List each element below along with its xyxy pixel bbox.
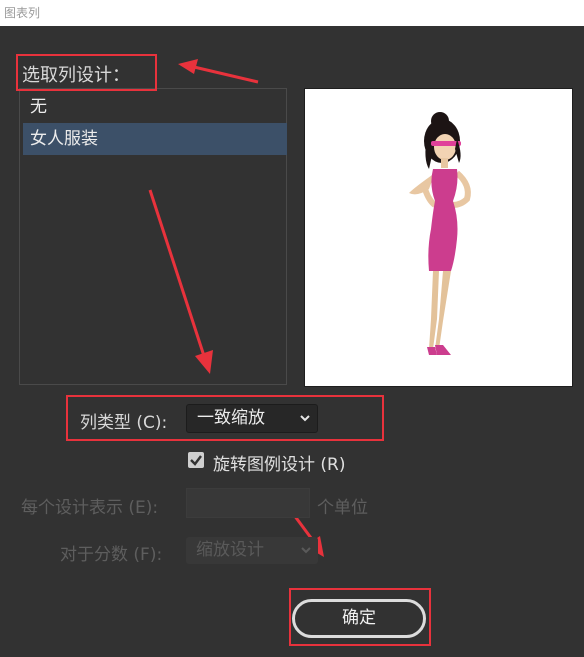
column-type-label: 列类型 (C): — [80, 413, 168, 433]
each-design-label: 每个设计表示 (E): — [21, 498, 159, 518]
rotate-legend-label: 旋转图例设计 (R) — [213, 455, 346, 475]
checkmark-icon — [190, 455, 202, 466]
chevron-down-icon — [300, 537, 312, 573]
arrow-head-icon — [178, 59, 198, 74]
fraction-dropdown: 缩放设计 — [186, 537, 318, 564]
each-design-input — [186, 488, 310, 518]
rotate-legend-checkbox[interactable] — [188, 452, 204, 468]
chevron-down-icon — [299, 405, 311, 441]
fraction-value: 缩放设计 — [196, 540, 264, 560]
column-type-value: 一致缩放 — [197, 408, 265, 428]
unit-label: 个单位 — [317, 498, 368, 518]
fraction-label: 对于分数 (F): — [60, 545, 163, 565]
column-type-dropdown[interactable]: 一致缩放 — [186, 404, 318, 433]
ok-button[interactable]: 确定 — [292, 599, 426, 638]
